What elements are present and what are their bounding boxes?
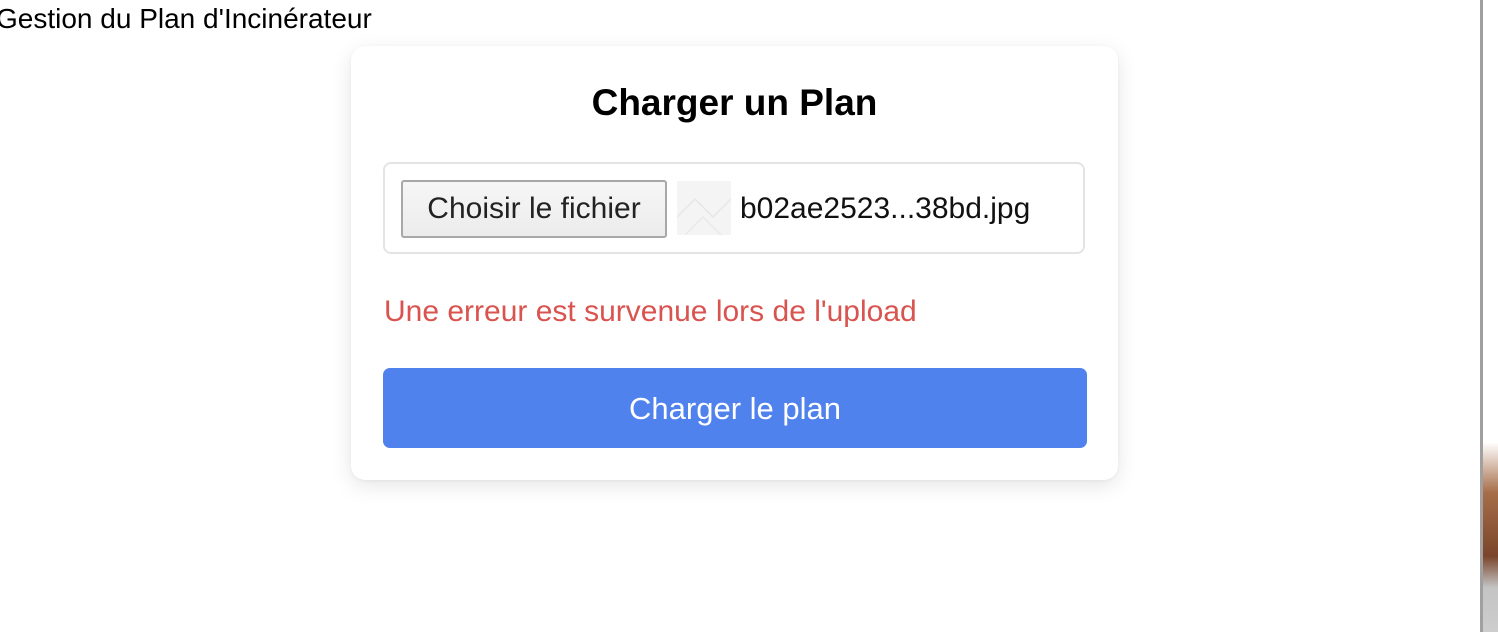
file-input[interactable]: Choisir le fichier b02ae2523...38bd.jpg [383,162,1085,254]
upload-error-message: Une erreur est survenue lors de l'upload [384,295,917,328]
file-thumbnail-icon [677,181,731,235]
selected-file-name: b02ae2523...38bd.jpg [740,192,1031,225]
choose-file-button[interactable]: Choisir le fichier [401,180,667,238]
card-title: Charger un Plan [591,82,878,123]
window-edge [1480,0,1498,632]
upload-plan-button[interactable]: Charger le plan [383,368,1087,448]
upload-plan-card: Charger un Plan Choisir le fichier b02ae… [351,46,1118,480]
page-heading: Gestion du Plan d'Incinérateur [0,3,372,34]
